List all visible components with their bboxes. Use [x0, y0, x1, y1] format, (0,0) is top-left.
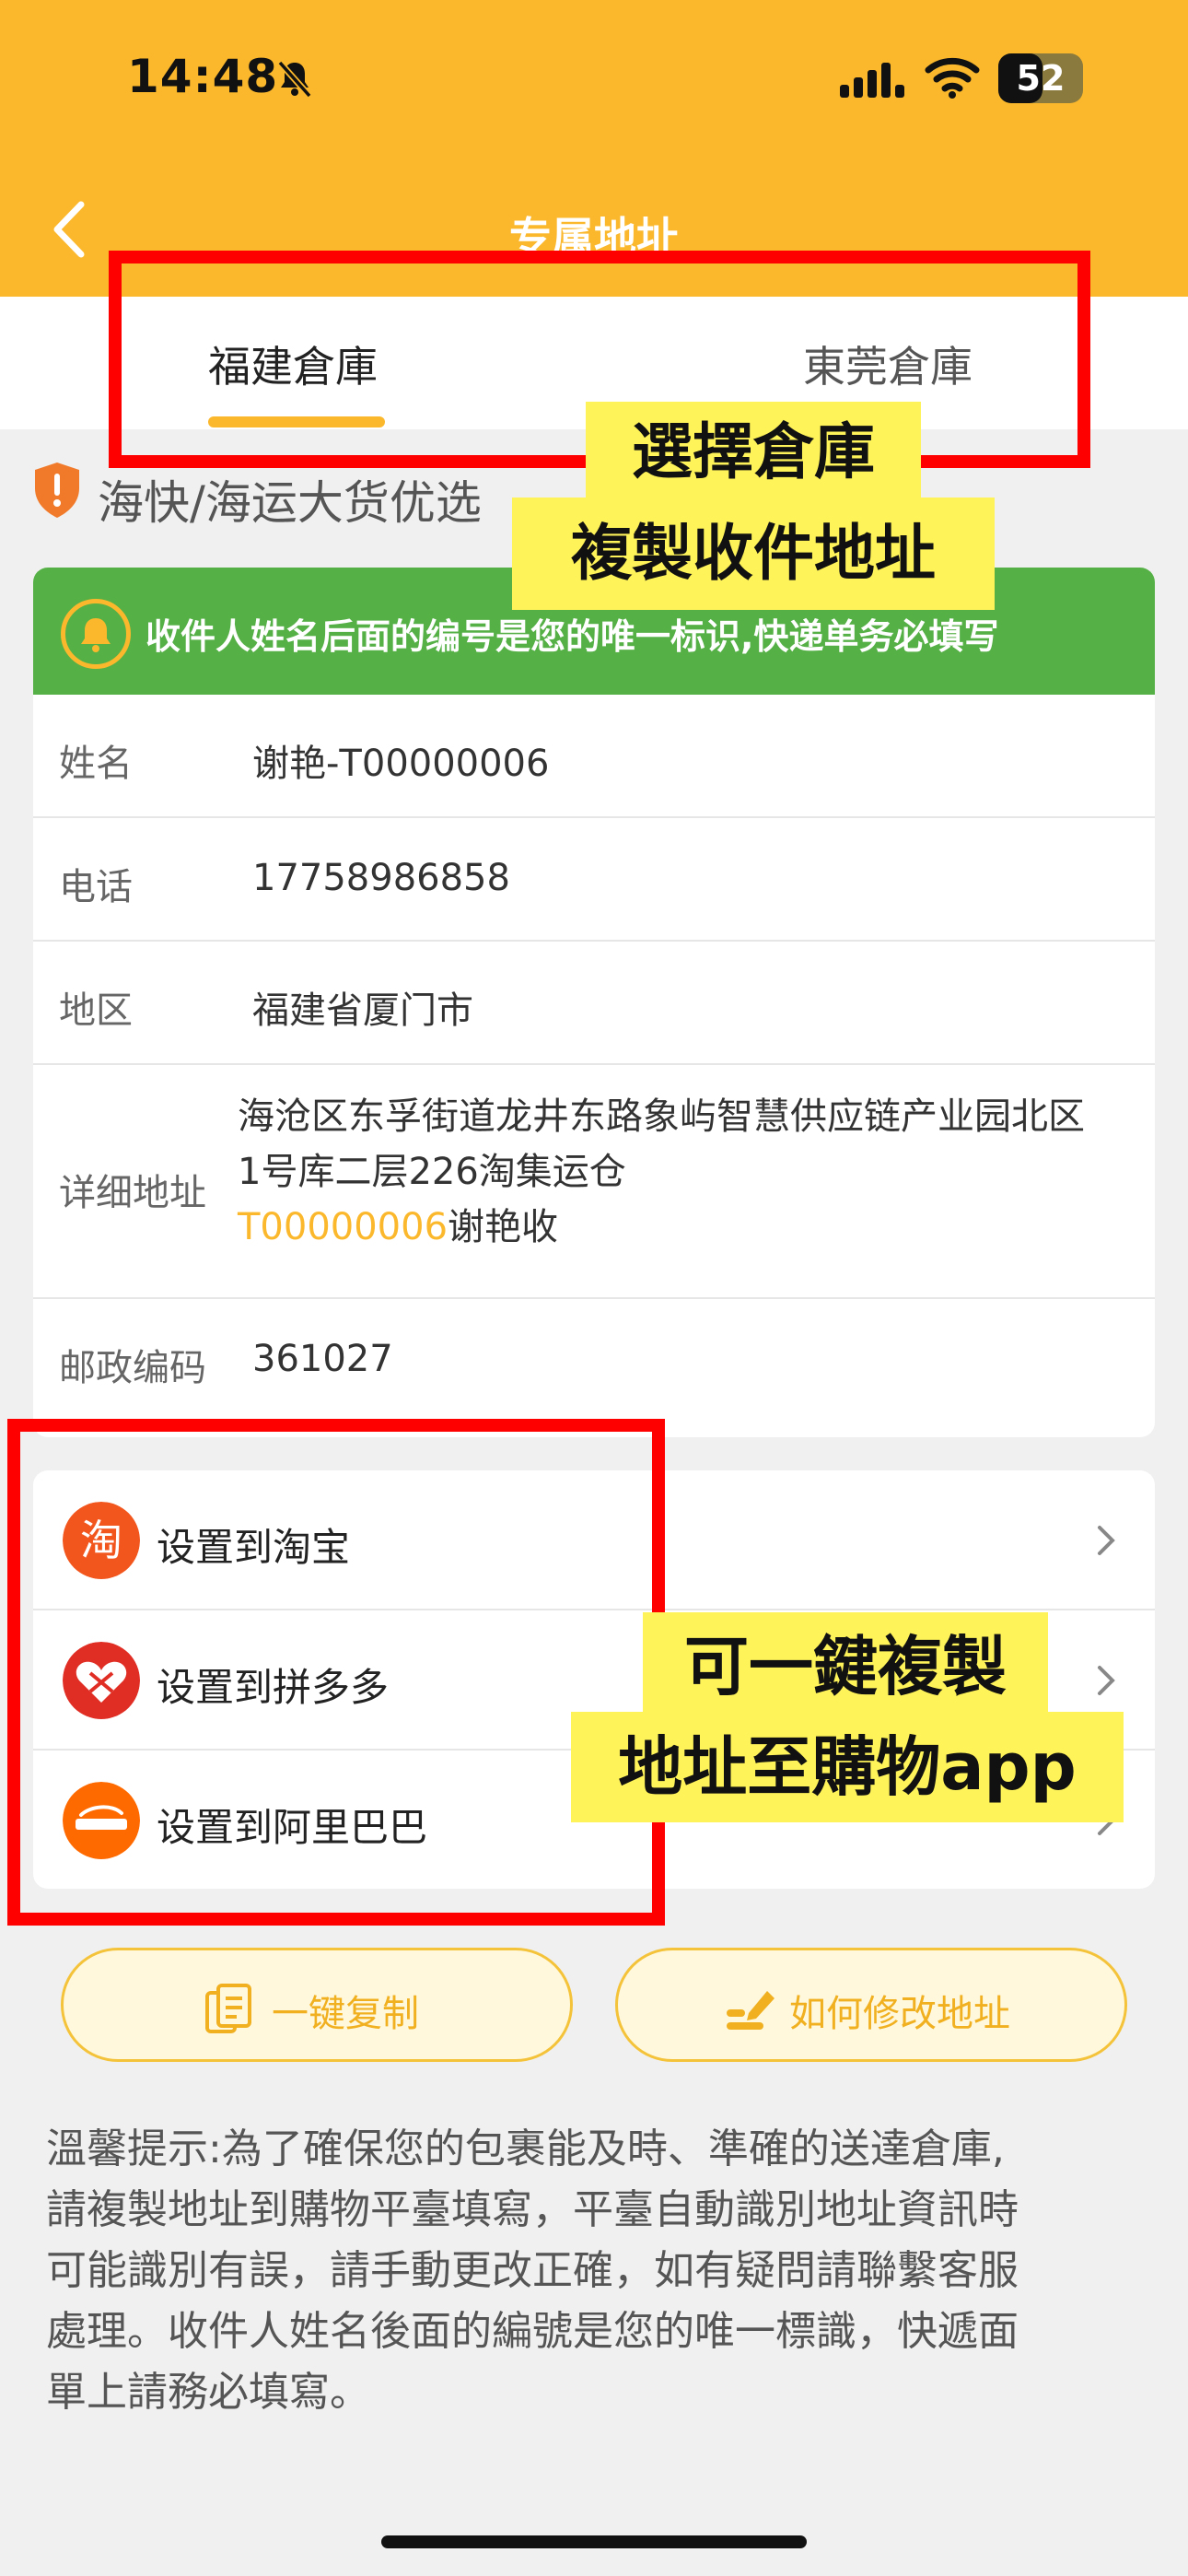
address-value[interactable]: 海沧区东孚街道龙井东路象屿智慧供应链产业园北区 1号库二层226淘集运仓 T00… [238, 1089, 1149, 1255]
notice-line-1: 溫馨提示:為了確保您的包裹能及時、準確的送達倉庫, [46, 2125, 1005, 2172]
address-line-3: T00000006谢艳收 [238, 1200, 1149, 1255]
address-code: T00000006 [238, 1206, 448, 1248]
chevron-right-icon [1098, 1666, 1115, 1695]
chevron-right-icon [1098, 1526, 1115, 1555]
highlight-box-apps [7, 1419, 665, 1926]
address-card: 收件人姓名后面的编号是您的唯一标识,快递单务必填写 姓名 谢艳-T0000000… [33, 568, 1155, 1437]
name-row: 姓名 谢艳-T00000006 [33, 695, 1155, 818]
callout-select-warehouse: 選擇倉庫 [586, 402, 921, 503]
region-label: 地区 [59, 989, 133, 1032]
home-indicator[interactable] [381, 2535, 807, 2548]
callout-one-click-copy: 可一鍵複製 [643, 1612, 1048, 1721]
shield-alert-icon [35, 463, 79, 518]
callout-copy-address: 複製收件地址 [512, 498, 995, 610]
bell-icon [61, 599, 131, 669]
how-to-edit-label: 如何修改地址 [789, 1993, 1010, 2035]
address-line-2: 1号库二层226淘集运仓 [238, 1151, 626, 1193]
phone-label: 电话 [59, 866, 133, 908]
region-value[interactable]: 福建省厦门市 [252, 980, 473, 1034]
phone-value[interactable]: 17758986858 [252, 857, 510, 899]
notice-line-2: 請複製地址到購物平臺填寫，平臺自動識別地址資訊時 [46, 2186, 1019, 2233]
notice-line-4: 處理。收件人姓名後面的編號是您的唯一標識，快遞面 [46, 2308, 1019, 2355]
name-value[interactable]: 谢艳-T00000006 [252, 733, 549, 787]
address-row: 详细地址 海沧区东孚街道龙井东路象屿智慧供应链产业园北区 1号库二层226淘集运… [33, 1065, 1155, 1299]
postal-label: 邮政编码 [59, 1347, 206, 1389]
battery-level: 52 [1016, 58, 1066, 99]
cellular-signal-icon [840, 63, 904, 98]
edit-icon [727, 1991, 775, 2030]
address-label: 详细地址 [59, 1172, 206, 1214]
banner-text: 收件人姓名后面的编号是您的唯一标识,快递单务必填写 [146, 616, 999, 657]
copy-all-label: 一键复制 [272, 1993, 419, 2035]
postal-row: 邮政编码 361027 [33, 1299, 1155, 1437]
name-label: 姓名 [59, 743, 133, 785]
status-time: 14:48 [127, 50, 279, 103]
postal-value[interactable]: 361027 [252, 1338, 393, 1380]
region-row: 地区 福建省厦门市 [33, 942, 1155, 1065]
copy-icon [205, 1984, 251, 2033]
how-to-edit-address-button[interactable]: 如何修改地址 [615, 1948, 1127, 2062]
section-label: 海快/海运大货优选 [98, 476, 482, 530]
back-arrow-icon[interactable] [46, 197, 92, 262]
warm-tip-text: 溫馨提示:為了確保您的包裹能及時、準確的送達倉庫, 請複製地址到購物平臺填寫，平… [46, 2119, 1151, 2423]
phone-row: 电话 17758986858 [33, 818, 1155, 942]
address-suffix: 谢艳收 [448, 1206, 559, 1248]
notice-line-5: 單上請務必填寫。 [46, 2369, 370, 2416]
callout-to-shopping-app: 地址至購物app [571, 1712, 1124, 1822]
address-line-1: 海沧区东孚街道龙井东路象屿智慧供应链产业园北区 [238, 1095, 1085, 1138]
bell-muted-icon [277, 60, 312, 99]
battery-icon: 52 [998, 53, 1083, 103]
wifi-icon [925, 57, 980, 99]
copy-all-button[interactable]: 一键复制 [61, 1948, 573, 2062]
notice-line-3: 可能識別有誤，請手動更改正確，如有疑問請聯繫客服 [46, 2247, 1019, 2294]
